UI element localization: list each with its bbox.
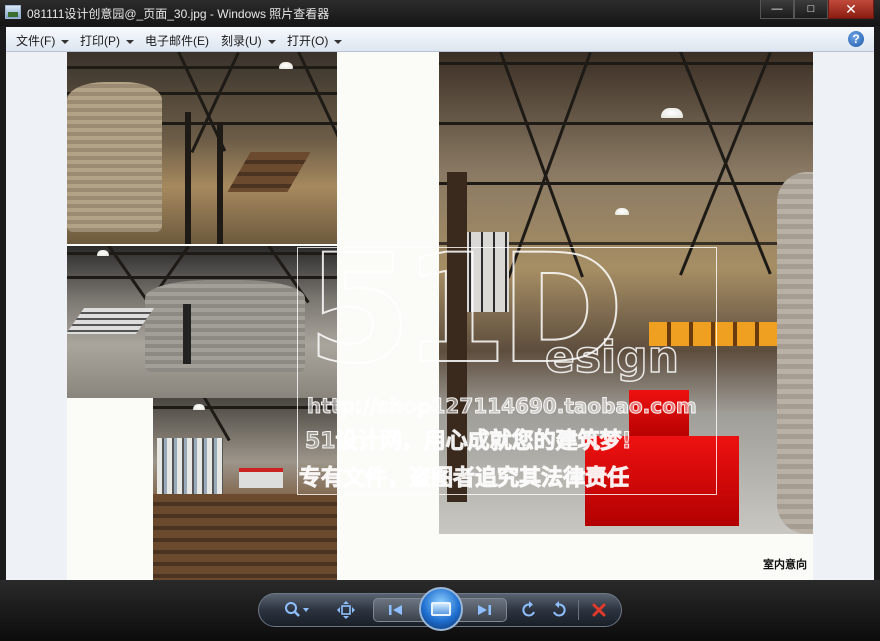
rotate-clockwise-icon[interactable]: [548, 600, 570, 620]
menu-email[interactable]: 电子邮件(E): [145, 32, 209, 49]
displayed-image: 室内意向 51D esign http://shop127114690.taob…: [67, 52, 813, 580]
rotate-counterclockwise-icon[interactable]: [518, 600, 540, 620]
menu-burn[interactable]: 刻录(U): [221, 32, 276, 49]
chevron-down-icon: [267, 39, 276, 44]
title-bar: 081111设计创意园@_页面_30.jpg - Windows 照片查看器 —…: [0, 0, 880, 26]
slideshow-icon[interactable]: [419, 587, 463, 631]
menu-open[interactable]: 打开(O): [287, 32, 343, 49]
watermark-design-text: esign: [544, 331, 679, 384]
chevron-down-icon: [126, 39, 134, 44]
minimize-button[interactable]: —: [760, 0, 794, 19]
help-icon[interactable]: ?: [848, 31, 864, 47]
image-caption: 室内意向: [763, 558, 807, 571]
photo-atrium: [67, 52, 337, 244]
next-icon[interactable]: [472, 600, 496, 620]
image-viewport[interactable]: 室内意向 51D esign http://shop127114690.taob…: [6, 52, 874, 580]
chevron-down-icon: [61, 39, 70, 44]
watermark-copyright: 专有文件，盗图者追究其法律责任: [298, 466, 630, 492]
toolbar-separator: [578, 600, 579, 620]
chevron-down-icon: [334, 39, 343, 44]
menu-file[interactable]: 文件(F): [16, 32, 70, 49]
magnifier-icon[interactable]: [282, 600, 312, 620]
maximize-button[interactable]: □: [794, 0, 828, 19]
delete-icon[interactable]: [588, 600, 610, 620]
watermark-slogan: 51设计网，用心成就您的建筑梦!: [305, 429, 633, 455]
window-controls: — □ ✕: [760, 0, 874, 20]
watermark-url: http://shop127114690.taobao.com: [307, 394, 698, 419]
previous-icon[interactable]: [384, 600, 408, 620]
menu-bar: 文件(F) 打印(P) 电子邮件(E) 刻录(U) 打开(O) ?: [6, 27, 874, 52]
control-bar: [0, 580, 880, 641]
actual-size-icon[interactable]: [336, 600, 356, 620]
window-title: 081111设计创意园@_页面_30.jpg - Windows 照片查看器: [27, 7, 330, 21]
menu-print[interactable]: 打印(P): [80, 32, 134, 49]
close-button[interactable]: ✕: [828, 0, 874, 19]
photo-viewer-app-icon: [5, 5, 21, 19]
